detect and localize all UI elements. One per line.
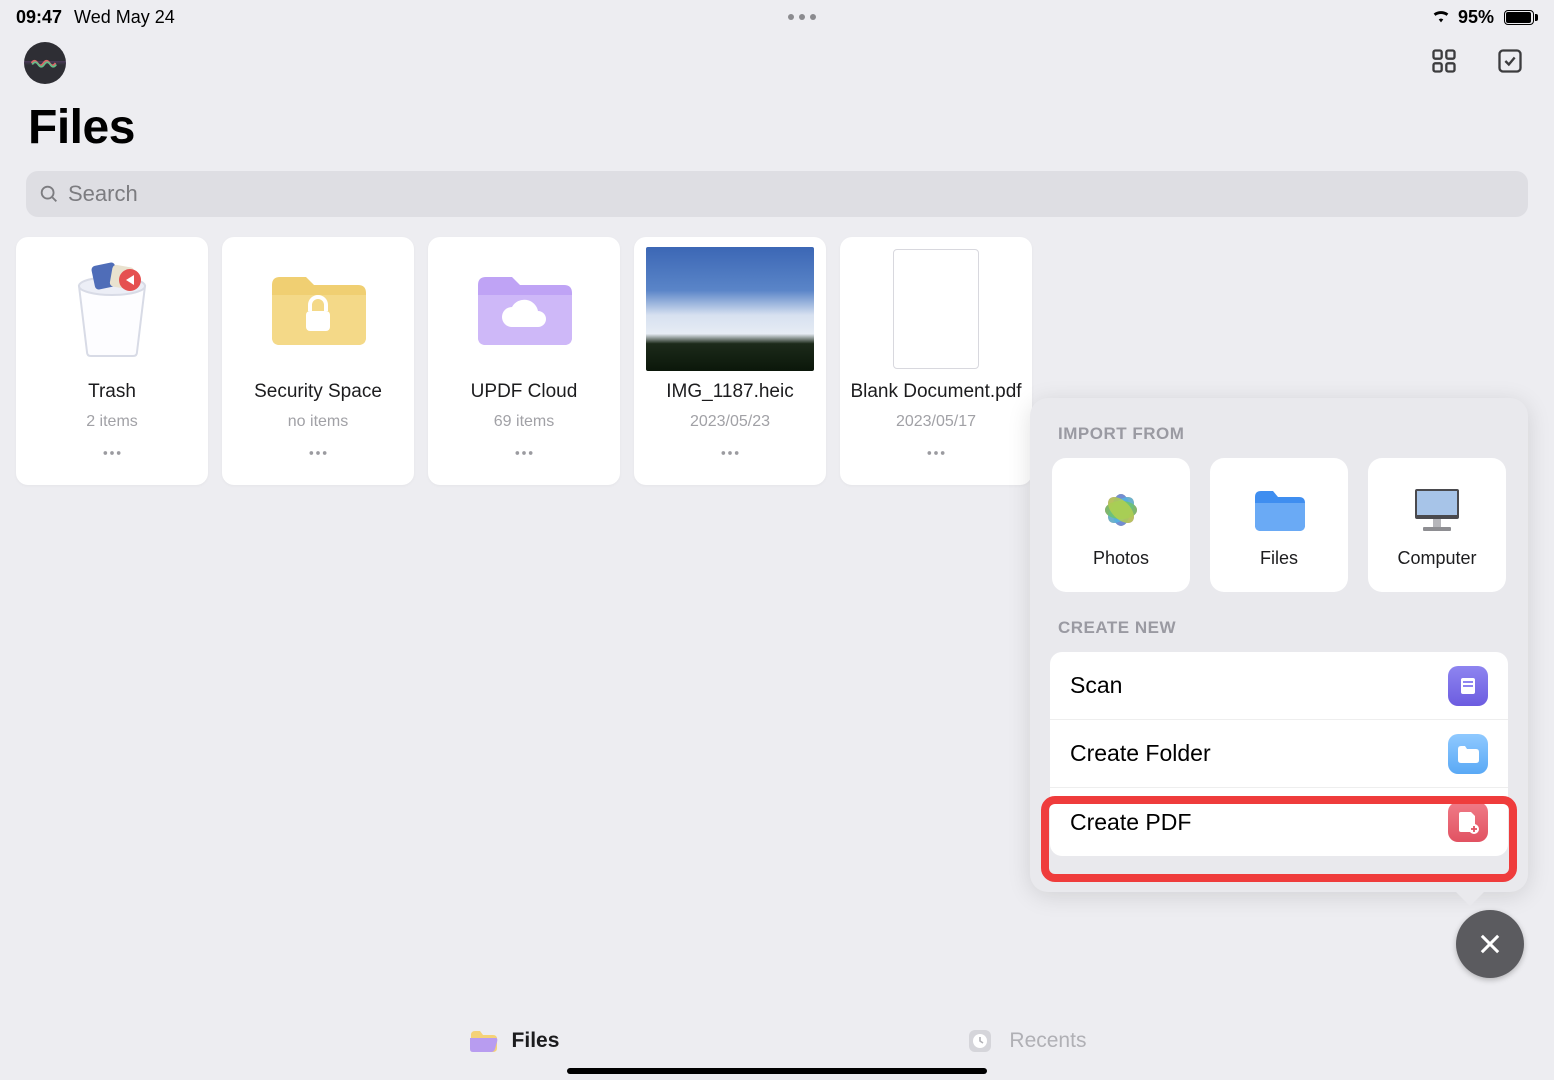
folder-icon (468, 1026, 498, 1056)
file-meta: 2 items (86, 413, 138, 431)
folder-cloud-icon (440, 247, 608, 371)
file-card-security-space[interactable]: Security Space no items (222, 237, 414, 485)
file-card-blank-doc[interactable]: Blank Document.pdf 2023/05/17 (840, 237, 1032, 485)
file-meta: 69 items (494, 413, 554, 431)
create-new-label: CREATE NEW (1058, 618, 1500, 638)
trash-icon (28, 247, 196, 371)
import-card-label: Files (1260, 548, 1298, 569)
file-name: IMG_1187.heic (666, 381, 793, 403)
file-name: UPDF Cloud (471, 381, 578, 403)
status-date: Wed May 24 (74, 7, 175, 28)
file-meta: no items (288, 413, 348, 431)
folder-plus-icon (1448, 734, 1488, 774)
import-computer[interactable]: Computer (1368, 458, 1506, 592)
file-card-image[interactable]: IMG_1187.heic 2023/05/23 (634, 237, 826, 485)
file-meta: 2023/05/23 (690, 413, 770, 431)
image-thumbnail (646, 247, 814, 371)
close-button[interactable] (1456, 910, 1524, 978)
import-from-label: IMPORT FROM (1058, 424, 1500, 444)
file-card-updf-cloud[interactable]: UPDF Cloud 69 items (428, 237, 620, 485)
create-item-label: Create PDF (1070, 809, 1191, 836)
avatar[interactable] (24, 42, 66, 84)
pip-dots-icon (788, 14, 816, 20)
create-folder[interactable]: Create Folder (1050, 720, 1508, 788)
computer-icon (1409, 482, 1465, 538)
grid-view-icon[interactable] (1430, 47, 1458, 80)
bottom-nav: Files Recents (0, 1026, 1554, 1056)
battery-percentage: 95% (1458, 7, 1494, 28)
add-popover: IMPORT FROM Photos (1030, 398, 1528, 892)
document-icon (852, 247, 1020, 371)
more-icon[interactable] (504, 439, 544, 472)
folder-lock-icon (234, 247, 402, 371)
file-meta: 2023/05/17 (896, 413, 976, 431)
file-name: Blank Document.pdf (850, 381, 1021, 403)
wifi-icon (1430, 4, 1452, 31)
file-name: Security Space (254, 381, 382, 403)
app-bar (0, 28, 1554, 88)
files-folder-icon (1251, 482, 1307, 538)
nav-files[interactable]: Files (468, 1026, 560, 1056)
photos-icon (1093, 482, 1149, 538)
status-bar: 09:47 Wed May 24 95% (0, 0, 1554, 28)
file-name: Trash (88, 381, 136, 403)
more-icon[interactable] (298, 439, 338, 472)
create-item-label: Create Folder (1070, 740, 1211, 767)
nav-label: Files (512, 1029, 560, 1053)
battery-icon (1500, 10, 1538, 25)
more-icon[interactable] (916, 439, 956, 472)
file-card-trash[interactable]: Trash 2 items (16, 237, 208, 485)
create-item-label: Scan (1070, 672, 1122, 699)
import-files[interactable]: Files (1210, 458, 1348, 592)
import-card-label: Photos (1093, 548, 1149, 569)
nav-recents[interactable]: Recents (965, 1026, 1086, 1056)
search-placeholder: Search (68, 181, 138, 207)
home-indicator[interactable] (567, 1068, 987, 1074)
create-scan[interactable]: Scan (1050, 652, 1508, 720)
clock-icon (965, 1026, 995, 1056)
scan-icon (1448, 666, 1488, 706)
page-title: Files (0, 88, 1554, 171)
more-icon[interactable] (710, 439, 750, 472)
more-icon[interactable] (92, 439, 132, 472)
nav-label: Recents (1009, 1029, 1086, 1053)
import-card-label: Computer (1397, 548, 1476, 569)
status-time: 09:47 (16, 7, 62, 28)
create-pdf[interactable]: Create PDF (1050, 788, 1508, 856)
search-input[interactable]: Search (26, 171, 1528, 217)
search-icon (38, 183, 60, 205)
close-icon (1476, 930, 1504, 958)
import-photos[interactable]: Photos (1052, 458, 1190, 592)
pdf-plus-icon (1448, 802, 1488, 842)
select-icon[interactable] (1496, 47, 1524, 80)
